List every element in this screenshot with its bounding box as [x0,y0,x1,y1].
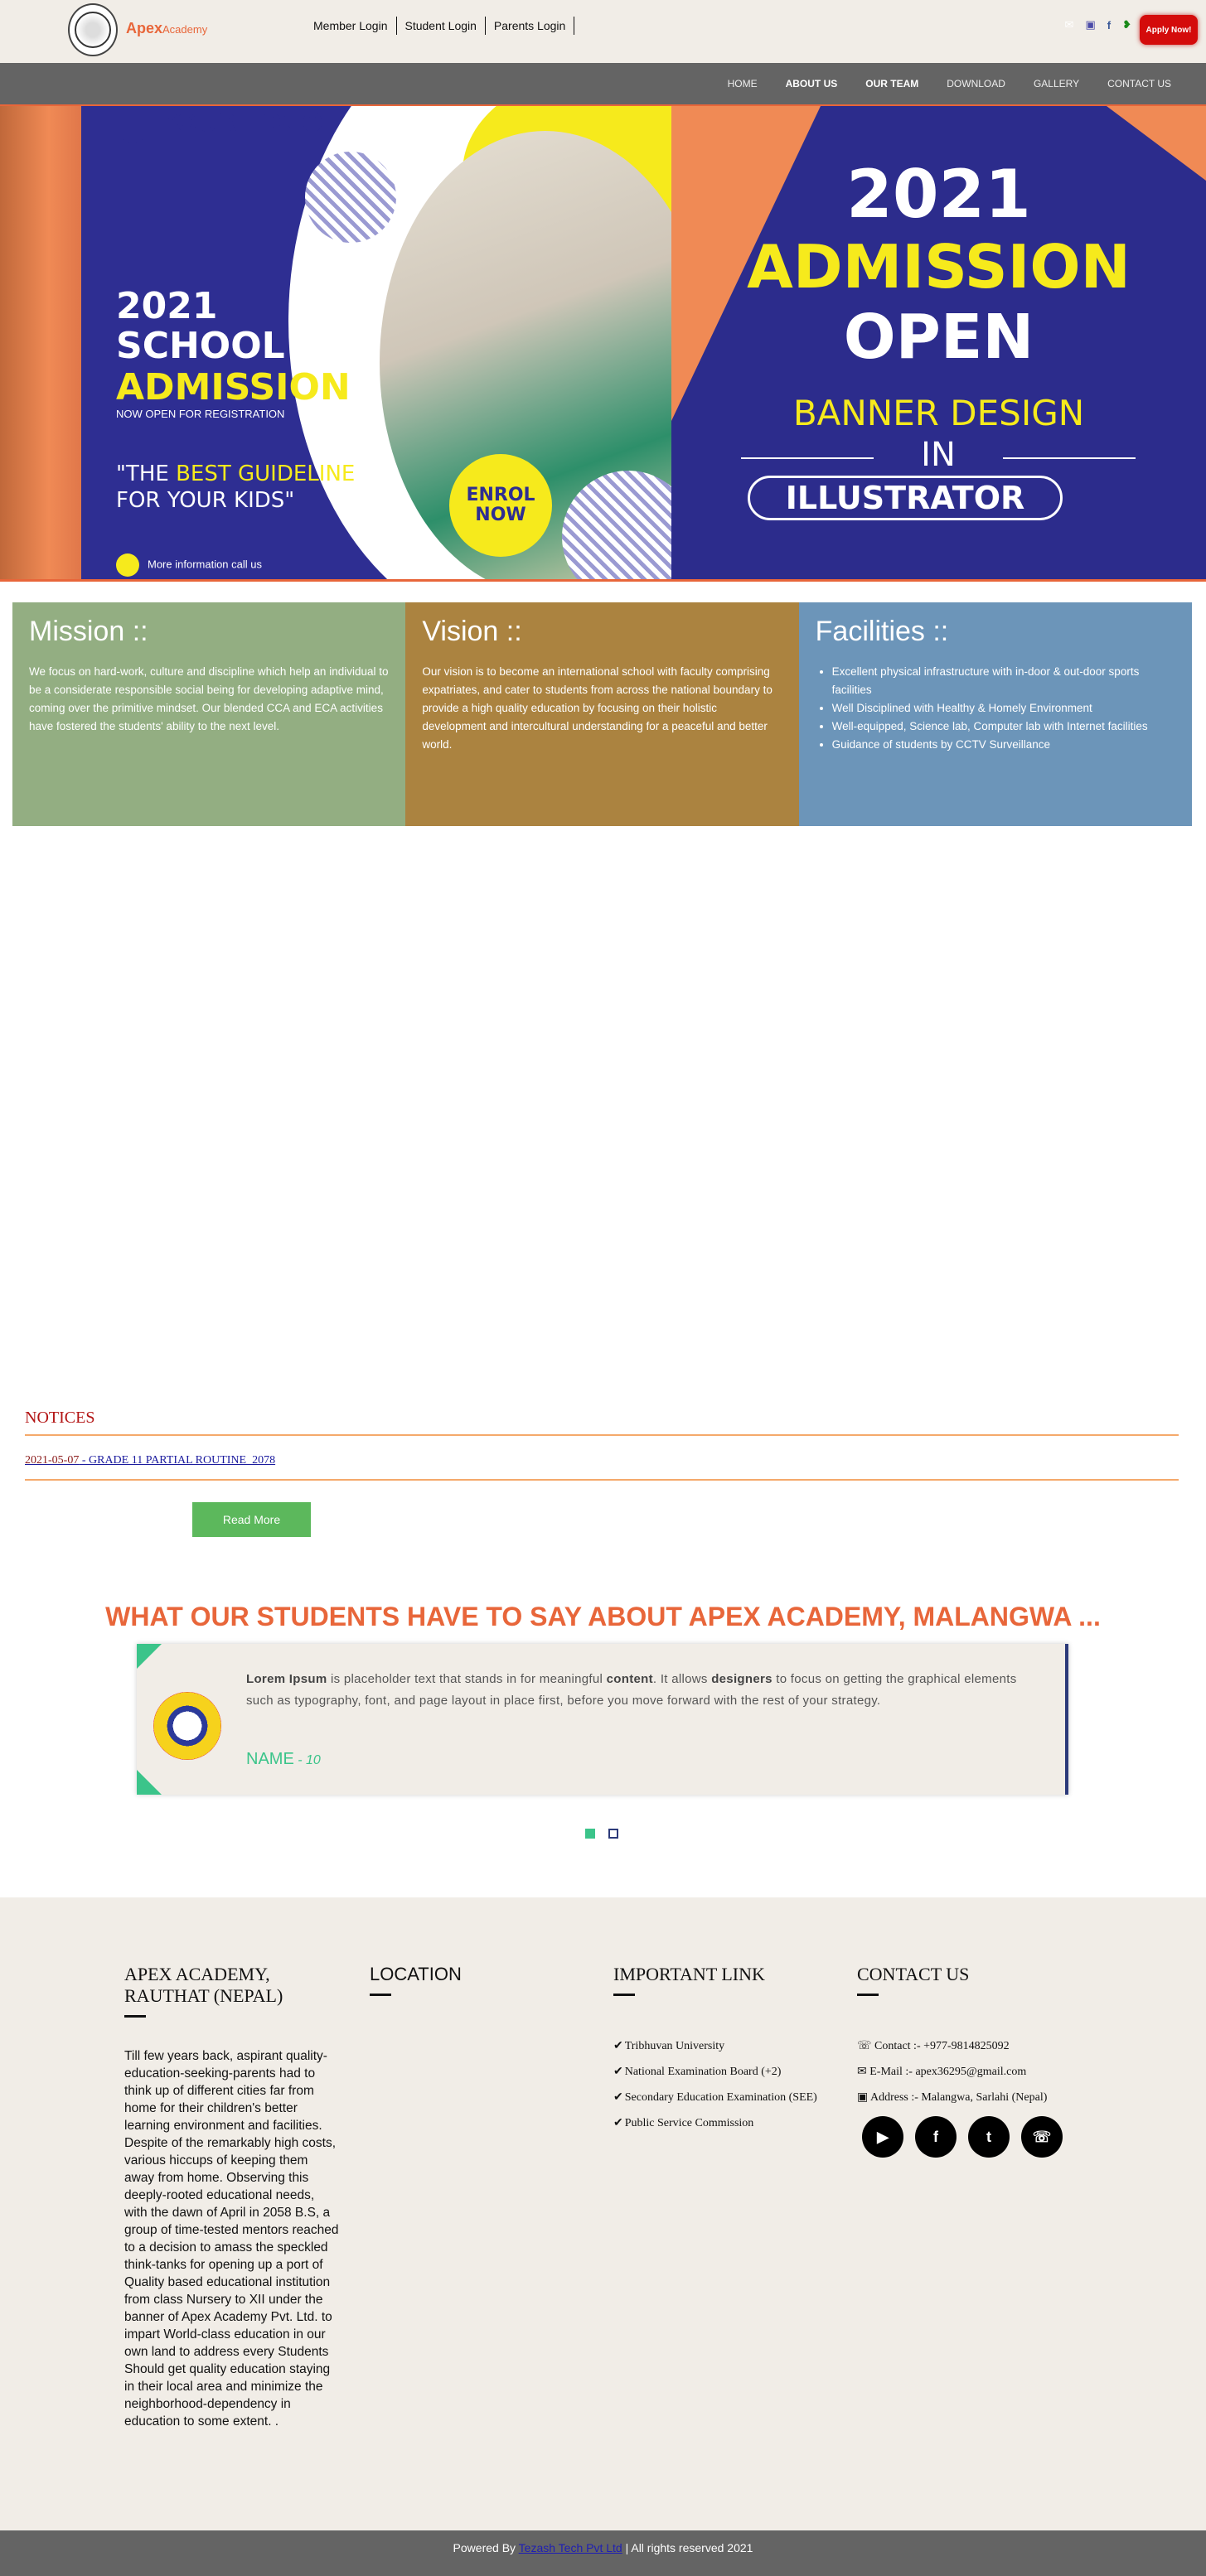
carousel-dot-1[interactable] [585,1829,595,1839]
footer-link[interactable]: ✔ Tribhuvan University [613,2039,837,2053]
instagram-icon[interactable]: ▣ [1085,18,1095,31]
footer-about-title: APEX ACADEMY, RAUTHAT (NEPAL) [124,1964,283,2006]
check-icon: ✔ [613,2091,623,2104]
banner-illustrator-text: ILLUSTRATOR [748,476,1063,520]
mission-title: Mission :: [29,616,148,647]
notices-section: NOTICES 2021-05-07 - GRADE 11 PARTIAL RO… [25,1409,1179,1481]
facebook-icon[interactable]: f [1107,19,1111,31]
nav-our-team[interactable]: OUR TEAM [865,78,918,89]
nav-gallery[interactable]: GALLERY [1034,78,1079,89]
footer-location: LOCATION [370,1964,593,2039]
notice-text: - GRADE 11 PARTIAL ROUTINE_2078 [79,1454,276,1467]
top-bar: ApexAcademy Member Login Student Login P… [0,0,1206,63]
whatsapp-icon[interactable]: ☏ [1021,2116,1063,2158]
banner-side-panel [0,106,81,579]
poster-admission: ADMISSION [116,366,351,408]
footer-contact: CONTACT US ☏ Contact :- +977-9814825092 … [857,1964,1081,2158]
notice-item[interactable]: 2021-05-07 - GRADE 11 PARTIAL ROUTINE_20… [25,1436,1179,1481]
footer-link[interactable]: ✔ Public Service Commission [613,2116,837,2130]
hero-banner: YOUR LOGO 2021 SCHOOL ADMISSION NOW OPEN … [0,106,1206,582]
main-nav: HOME ABOUT US OUR TEAM DOWNLOAD GALLERY … [0,63,1206,106]
member-login-link[interactable]: Member Login [307,17,397,35]
facility-item: Well-equipped, Science lab, Computer lab… [832,718,1175,736]
notices-title: NOTICES [25,1409,1179,1436]
nav-download[interactable]: DOWNLOAD [947,78,1005,89]
testimonials-title: WHAT OUR STUDENTS HAVE TO SAY ABOUT APEX… [105,1602,1101,1631]
map-icon: ▣ [857,2091,870,2104]
banner-admission: ADMISSION [747,232,1131,302]
facilities-panel: Facilities :: Excellent physical infrast… [798,602,1192,826]
youtube-icon[interactable]: ▶ [862,2116,903,2158]
poster-year-school: 2021 SCHOOL [116,285,285,367]
poster-logo: YOUR LOGO [114,106,323,143]
carousel-dot-2[interactable] [608,1829,618,1839]
student-login-link[interactable]: Student Login [397,17,486,35]
mission-panel: Mission :: We focus on hard-work, cultur… [12,602,406,826]
banner-design-text: BANNER DESIGN [792,393,1085,433]
poster-contact-info: More information call us [116,553,262,577]
banner-in-text: IN [741,436,1136,474]
footer-links-title: IMPORTANT LINK [613,1964,765,1984]
check-icon: ✔ [613,2040,623,2052]
parents-login-link[interactable]: Parents Login [486,17,575,35]
banner-open: OPEN [843,302,1034,373]
footer-social-icons: ▶ f t ☏ [862,2116,1081,2158]
twitter-icon[interactable]: ❥ [1122,18,1131,31]
nav-contact-us[interactable]: CONTACT US [1107,78,1171,89]
school-logo[interactable] [68,3,118,56]
facility-item: Excellent physical infrastructure with i… [832,663,1175,699]
envelope-icon: ✉ [857,2066,870,2078]
banner-headline-panel: 2021 ADMISSION OPEN BANNER DESIGN IN ILL… [671,106,1206,579]
contact-phone: ☏ Contact :- +977-9814825092 [857,2040,1010,2052]
contact-address: ▣ Address :- Malangwa, Sarlahi (Nepal) [857,2091,1048,2104]
contact-email: ✉ E-Mail :- apex36295@gmail.com [857,2066,1027,2078]
brand-main: Apex [126,20,163,36]
footer-link[interactable]: ✔ Secondary Education Examination (SEE) [613,2090,837,2105]
footer: APEX ACADEMY, RAUTHAT (NEPAL) Till few y… [0,1897,1206,2530]
check-icon: ✔ [613,2066,623,2078]
vision-panel: Vision :: Our vision is to become an int… [405,602,799,826]
footer-location-title: LOCATION [370,1964,462,1984]
mail-icon[interactable]: ✉ [1065,18,1074,31]
footer-link[interactable]: ✔ National Examination Board (+2) [613,2065,837,2079]
company-link[interactable]: Tezash Tech Pvt Ltd [519,2541,622,2554]
notice-date: 2021-05-07 [25,1454,80,1467]
poster-now-open: NOW OPEN FOR REGISTRATION [116,408,285,420]
footer-about: APEX ACADEMY, RAUTHAT (NEPAL) Till few y… [124,1964,340,2430]
login-links: Member Login Student Login Parents Login [307,17,575,35]
vision-text: Our vision is to become an international… [422,665,773,751]
facilities-title: Facilities :: [815,616,949,647]
nav-home[interactable]: HOME [728,78,758,89]
whatsapp-icon: ☏ [857,2040,875,2052]
facility-item: Guidance of students by CCTV Surveillanc… [832,736,1175,754]
footer-contact-title: CONTACT US [857,1964,970,1984]
apply-now-button[interactable]: Apply Now! [1140,15,1198,45]
facebook-icon[interactable]: f [915,2116,957,2158]
brand-name[interactable]: ApexAcademy [126,20,207,37]
testimonial-text: Lorem Ipsum is placeholder text that sta… [246,1672,1017,1708]
school-seal-avatar [153,1692,221,1760]
admission-poster: YOUR LOGO 2021 SCHOOL ADMISSION NOW OPEN … [81,106,671,579]
mission-vision-facilities: Mission :: We focus on hard-work, cultur… [12,602,1192,826]
footer-about-text: Till few years back, aspirant quality-ed… [124,2049,339,2429]
brand-sub: Academy [162,23,208,36]
nav-about-us[interactable]: ABOUT US [786,78,838,89]
testimonial-author: NAME - 10 [246,1750,321,1768]
enrol-now-badge: ENROL NOW [449,454,552,557]
poster-quote: "THE BEST GUIDELINE FOR YOUR KIDS" [116,462,356,513]
twitter-icon[interactable]: t [968,2116,1010,2158]
testimonial-card: Lorem Ipsum is placeholder text that sta… [137,1644,1068,1795]
carousel-dots [585,1829,618,1839]
read-more-button[interactable]: Read More [192,1502,311,1537]
top-social-icons: ✉ ▣ f ❥ [1065,18,1131,31]
copyright-prefix: Powered By [453,2541,516,2554]
facility-item: Well Disciplined with Healthy & Homely E… [832,699,1175,718]
footer-links: IMPORTANT LINK ✔ Tribhuvan University ✔ Na… [613,1964,837,2142]
copyright-bar: Powered By Tezash Tech Pvt Ltd | All rig… [0,2530,1206,2576]
mission-text: We focus on hard-work, culture and disci… [29,665,389,732]
banner-year: 2021 [846,156,1031,233]
vision-title: Vision :: [422,616,522,647]
copyright-suffix: | All rights reserved 2021 [622,2541,753,2554]
check-icon: ✔ [613,2117,623,2129]
